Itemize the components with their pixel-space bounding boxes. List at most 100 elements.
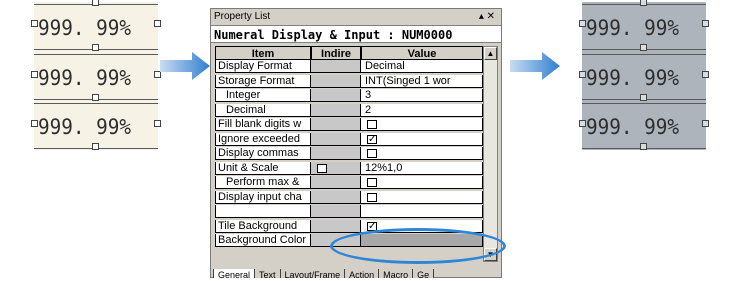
property-value-cell[interactable] bbox=[361, 190, 483, 204]
property-item-label: Decimal bbox=[215, 103, 311, 117]
property-item-label: Display input cha bbox=[215, 190, 311, 204]
property-item-label: Ignore exceeded bbox=[215, 132, 311, 146]
checkbox[interactable] bbox=[367, 149, 377, 158]
indirect-cell[interactable] bbox=[311, 60, 361, 73]
property-value-cell[interactable]: ✓ bbox=[361, 132, 483, 146]
arrow-right-icon bbox=[510, 52, 560, 80]
highlight-ellipse bbox=[330, 228, 506, 264]
property-value-cell[interactable] bbox=[361, 147, 483, 160]
resize-handle[interactable] bbox=[640, 0, 647, 6]
column-header-item[interactable]: Item bbox=[215, 46, 311, 60]
property-row[interactable]: Display input cha bbox=[215, 190, 483, 204]
numeral-value: 999. 99% bbox=[38, 16, 132, 40]
resize-handle[interactable] bbox=[31, 71, 38, 78]
indirect-cell[interactable] bbox=[311, 190, 361, 204]
property-row[interactable]: Display commas bbox=[215, 147, 483, 160]
tab-macro[interactable]: Macro bbox=[378, 269, 414, 278]
property-item-label: Display commas bbox=[215, 147, 311, 160]
checkbox[interactable] bbox=[367, 178, 377, 187]
resize-handle[interactable] bbox=[640, 143, 647, 150]
resize-handle[interactable] bbox=[640, 94, 647, 101]
property-row[interactable]: Fill blank digits w bbox=[215, 118, 483, 131]
checked-checkbox[interactable]: ✓ bbox=[367, 134, 377, 144]
property-row[interactable]: Storage Format INT(Singed 1 wor bbox=[215, 74, 483, 88]
tab-layout-frame[interactable]: Layout/Frame bbox=[279, 269, 346, 278]
property-item-label: Background Color bbox=[215, 234, 311, 247]
property-row[interactable]: Display Format Decimal bbox=[215, 60, 483, 73]
indirect-cell[interactable] bbox=[311, 74, 361, 88]
resize-handle[interactable] bbox=[92, 44, 99, 51]
object-header: Numeral Display & Input : NUM0000 bbox=[211, 25, 501, 43]
property-row[interactable]: Decimal 2 bbox=[215, 103, 483, 117]
resize-handle[interactable] bbox=[92, 143, 99, 150]
tab-general[interactable]: General bbox=[213, 269, 256, 278]
checkbox[interactable] bbox=[367, 192, 377, 202]
property-value-cell[interactable]: 3 bbox=[361, 89, 483, 102]
column-header-value[interactable]: Value bbox=[361, 46, 483, 60]
indirect-cell[interactable] bbox=[311, 176, 361, 189]
property-row[interactable] bbox=[215, 205, 483, 218]
property-value: Decimal bbox=[365, 60, 405, 72]
property-item-label: Unit & Scale bbox=[215, 161, 311, 175]
indirect-cell[interactable] bbox=[311, 103, 361, 117]
resize-handle[interactable] bbox=[640, 44, 647, 51]
resize-handle[interactable] bbox=[702, 20, 709, 27]
property-item-label: Storage Format bbox=[215, 74, 311, 88]
vertical-scrollbar[interactable]: ▲ ▼ bbox=[483, 46, 498, 262]
indirect-checkbox[interactable] bbox=[317, 163, 327, 173]
property-tabs: General Text Layout/Frame Action Macro Ge bbox=[213, 265, 499, 278]
property-item-label: Display Format bbox=[215, 60, 311, 73]
scroll-up-icon[interactable]: ▲ bbox=[484, 47, 497, 60]
indirect-cell[interactable] bbox=[311, 147, 361, 160]
resize-handle[interactable] bbox=[92, 94, 99, 101]
numeral-value: 999. 99% bbox=[586, 66, 680, 90]
property-row[interactable]: Integer 3 bbox=[215, 89, 483, 102]
property-row[interactable]: Unit & Scale 12%1,0 bbox=[215, 161, 483, 175]
resize-handle[interactable] bbox=[579, 71, 586, 78]
property-value: INT(Singed 1 wor bbox=[365, 74, 451, 87]
numeral-value: 999. 99% bbox=[38, 66, 132, 90]
property-value: 3 bbox=[365, 89, 372, 101]
property-value-cell[interactable] bbox=[361, 205, 483, 218]
arrow-right-icon bbox=[160, 52, 210, 80]
property-item-label bbox=[215, 205, 311, 218]
property-value-cell[interactable] bbox=[361, 118, 483, 131]
indirect-cell[interactable] bbox=[311, 205, 361, 218]
property-value-cell[interactable]: Decimal bbox=[361, 60, 483, 73]
indirect-cell[interactable] bbox=[311, 219, 361, 233]
resize-handle[interactable] bbox=[702, 71, 709, 78]
property-row[interactable]: Ignore exceeded ✓ bbox=[215, 132, 483, 146]
numeral-display-after: 999. 99% 999. 99% 999. 99% bbox=[579, 0, 709, 150]
numeral-value: 999. 99% bbox=[38, 115, 132, 139]
indirect-cell[interactable] bbox=[311, 118, 361, 131]
resize-handle[interactable] bbox=[579, 120, 586, 127]
property-value: 2 bbox=[365, 103, 372, 116]
property-row[interactable]: Perform max & bbox=[215, 176, 483, 189]
tab-action[interactable]: Action bbox=[344, 269, 380, 278]
property-value-cell[interactable]: 12%1,0 bbox=[361, 161, 483, 175]
resize-handle[interactable] bbox=[31, 20, 38, 27]
indirect-cell[interactable] bbox=[311, 89, 361, 102]
resize-handle[interactable] bbox=[31, 120, 38, 127]
resize-handle[interactable] bbox=[702, 120, 709, 127]
resize-handle[interactable] bbox=[579, 20, 586, 27]
resize-handle[interactable] bbox=[154, 120, 161, 127]
property-item-label: Fill blank digits w bbox=[215, 118, 311, 131]
tab-text[interactable]: Text bbox=[254, 269, 281, 278]
property-value: 12%1,0 bbox=[365, 161, 403, 174]
indirect-cell[interactable] bbox=[311, 132, 361, 146]
indirect-cell[interactable] bbox=[311, 161, 361, 175]
tab-ge[interactable]: Ge bbox=[412, 269, 435, 278]
window-title: Property List bbox=[214, 11, 271, 22]
property-item-label: Integer bbox=[215, 89, 311, 102]
window-controls[interactable]: ▴ ✕ bbox=[479, 9, 495, 24]
property-item-label: Perform max & bbox=[215, 176, 311, 189]
checkbox[interactable] bbox=[367, 120, 377, 129]
property-value-cell[interactable]: INT(Singed 1 wor bbox=[361, 74, 483, 88]
column-header-indirect[interactable]: Indire bbox=[311, 46, 361, 60]
property-value-cell[interactable]: 2 bbox=[361, 103, 483, 117]
numeral-display-before: 999. 99% 999. 99% 999. 99% bbox=[31, 0, 161, 150]
resize-handle[interactable] bbox=[92, 0, 99, 6]
property-value-cell[interactable] bbox=[361, 176, 483, 189]
resize-handle[interactable] bbox=[154, 20, 161, 27]
